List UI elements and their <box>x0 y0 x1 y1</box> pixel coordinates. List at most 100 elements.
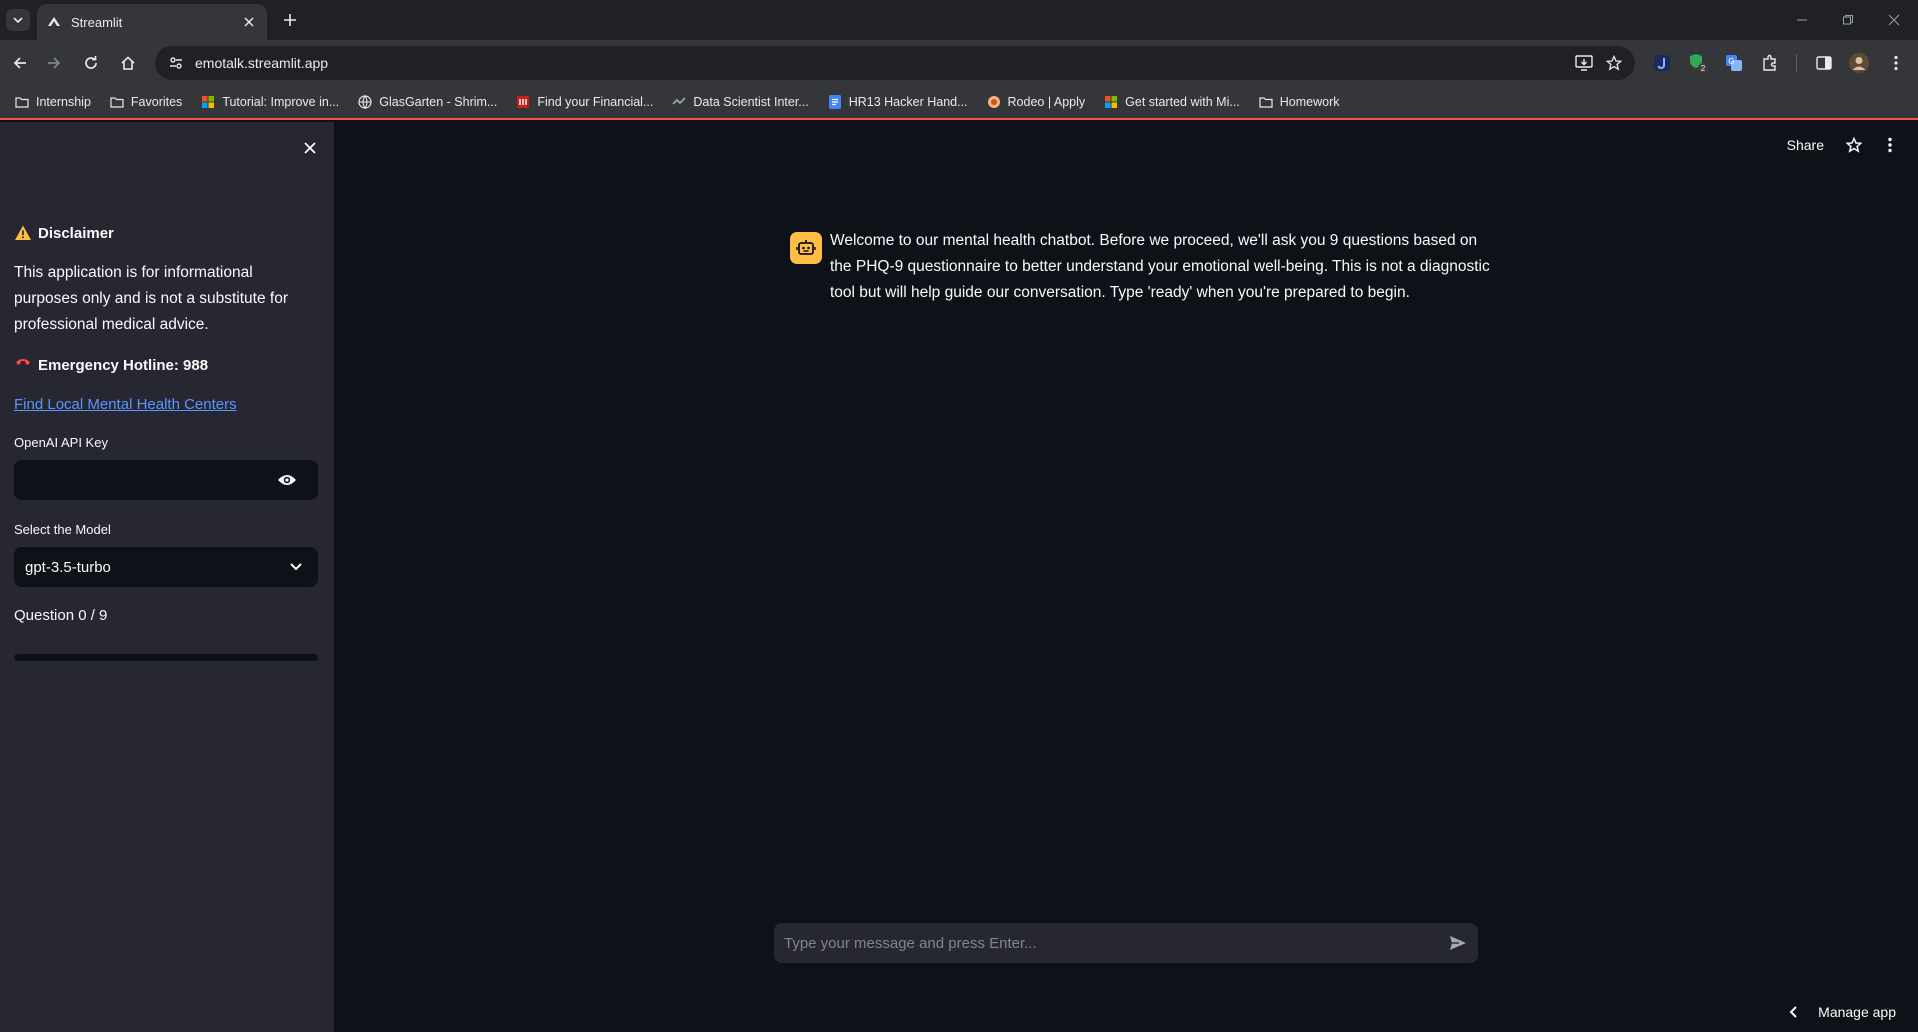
find-mental-health-centers-link[interactable]: Find Local Mental Health Centers <box>14 396 318 413</box>
extension-shield-icon[interactable]: 2 <box>1686 51 1710 75</box>
question-progress-bar <box>14 654 318 661</box>
extension-badge: 2 <box>1701 64 1706 73</box>
star-icon[interactable] <box>1842 133 1866 157</box>
google-translate-icon[interactable]: G <box>1722 51 1746 75</box>
app-menu-icon[interactable] <box>1878 133 1902 157</box>
microsoft-icon <box>200 94 216 110</box>
bookmark-label: Data Scientist Inter... <box>693 95 809 109</box>
show-password-icon[interactable] <box>276 470 298 490</box>
browser-tab-active[interactable]: Streamlit <box>37 4 267 40</box>
bookmark-item[interactable]: HR13 Hacker Hand... <box>821 88 974 116</box>
bookmark-item[interactable]: Rodeo | Apply <box>980 88 1092 116</box>
model-select-label: Select the Model <box>14 522 111 537</box>
api-key-label: OpenAI API Key <box>14 435 108 450</box>
bookmark-label: Find your Financial... <box>537 95 654 109</box>
manage-app-button[interactable]: Manage app <box>1784 1000 1896 1024</box>
site-info-icon[interactable] <box>159 46 193 80</box>
minimize-button[interactable] <box>1792 10 1812 30</box>
bookmark-label: Favorites <box>130 95 183 109</box>
sidebar-content: Disclaimer This application is for infor… <box>14 222 318 661</box>
company-icon <box>671 94 687 110</box>
globe-icon <box>357 94 373 110</box>
rodeo-icon <box>986 94 1002 110</box>
bookmark-label: Internship <box>36 95 91 109</box>
home-button[interactable] <box>116 51 140 75</box>
close-tab-icon[interactable] <box>241 14 257 30</box>
chat-message-assistant: Welcome to our mental health chatbot. Be… <box>790 232 1490 306</box>
arrow-left-icon <box>13 57 26 69</box>
streamlit-icon <box>47 15 61 29</box>
restore-icon <box>1843 15 1853 25</box>
plus-icon <box>284 14 296 26</box>
model-selected-value: gpt-3.5-turbo <box>25 558 111 576</box>
bookmark-label: Rodeo | Apply <box>1007 95 1086 109</box>
folder-icon <box>109 94 125 110</box>
bookmark-star-icon[interactable] <box>1599 48 1629 78</box>
folder-icon <box>14 94 30 110</box>
tab-search-button[interactable] <box>6 9 30 31</box>
chevron-left-icon <box>1784 1003 1802 1021</box>
address-bar[interactable]: emotalk.streamlit.app <box>155 46 1635 80</box>
api-key-input[interactable] <box>14 460 318 500</box>
bookmark-label: HR13 Hacker Hand... <box>848 95 968 109</box>
bookmarks-bar: Internship Favorites Tutorial: Improve in.… <box>0 86 1918 120</box>
chat-input-box[interactable] <box>774 923 1478 963</box>
send-icon[interactable] <box>1438 923 1478 963</box>
disclaimer-heading: Disclaimer <box>14 222 318 244</box>
bank-icon <box>515 94 531 110</box>
streamlit-app: Disclaimer This application is for infor… <box>0 122 1918 1032</box>
disclaimer-text: This application is for informational pu… <box>14 264 288 333</box>
bookmark-item[interactable]: GlasGarten - Shrim... <box>351 88 503 116</box>
close-window-button[interactable] <box>1884 10 1904 30</box>
sidebar: Disclaimer This application is for infor… <box>0 122 334 1032</box>
share-button[interactable]: Share <box>1787 137 1824 153</box>
browser-tab-bar: Streamlit <box>0 0 1918 40</box>
chevron-down-icon <box>288 559 304 575</box>
browser-menu-icon[interactable] <box>1884 51 1908 75</box>
chevron-down-icon <box>13 17 23 24</box>
bookmark-label: GlasGarten - Shrim... <box>379 95 498 109</box>
docs-icon <box>827 94 843 110</box>
side-panel-icon[interactable] <box>1812 51 1836 75</box>
warning-icon <box>15 225 31 240</box>
arrow-right-icon <box>48 57 61 69</box>
extensions-puzzle-icon[interactable] <box>1758 51 1782 75</box>
folder-icon <box>1258 94 1274 110</box>
bookmark-item[interactable]: Internship <box>8 88 97 116</box>
microsoft-icon <box>1103 94 1119 110</box>
extension-j-icon[interactable] <box>1650 51 1674 75</box>
bookmark-item[interactable]: Data Scientist Inter... <box>665 88 814 116</box>
app-header-actions: Share <box>1787 122 1918 168</box>
bookmark-label: Tutorial: Improve in... <box>222 95 340 109</box>
forward-button[interactable] <box>42 51 66 75</box>
chat-input-field[interactable] <box>784 934 1438 952</box>
question-progress-label: Question 0 / 9 <box>14 607 108 624</box>
bookmark-item[interactable]: Favorites <box>103 88 188 116</box>
reload-button[interactable] <box>79 51 103 75</box>
bot-avatar-icon <box>790 232 822 264</box>
sidebar-close-button[interactable] <box>298 136 322 160</box>
new-tab-button[interactable] <box>280 10 300 30</box>
toolbar-divider <box>1796 54 1797 72</box>
install-app-icon[interactable] <box>1569 48 1599 78</box>
browser-toolbar: emotalk.streamlit.app 2 G <box>0 40 1918 86</box>
profile-avatar[interactable] <box>1847 51 1871 75</box>
bookmark-label: Get started with Mi... <box>1125 95 1240 109</box>
svg-text:G: G <box>1728 57 1734 66</box>
bookmark-item[interactable]: Get started with Mi... <box>1097 88 1246 116</box>
model-select[interactable]: gpt-3.5-turbo <box>14 547 318 587</box>
bookmark-item[interactable]: Find your Financial... <box>509 88 659 116</box>
emergency-hotline: Emergency Hotline: 988 <box>14 354 318 376</box>
phone-icon <box>16 359 30 365</box>
home-icon <box>121 56 135 70</box>
chat-message-text: Welcome to our mental health chatbot. Be… <box>830 232 1490 301</box>
reload-icon <box>85 56 97 69</box>
disclaimer-title: Disclaimer <box>38 224 114 242</box>
back-button[interactable] <box>8 51 32 75</box>
bookmark-item[interactable]: Homework <box>1252 88 1346 116</box>
tab-title: Streamlit <box>71 14 123 30</box>
bookmark-item[interactable]: Tutorial: Improve in... <box>194 88 345 116</box>
bookmark-label: Homework <box>1279 95 1340 109</box>
url-text[interactable]: emotalk.streamlit.app <box>195 55 1569 71</box>
restore-button[interactable] <box>1838 10 1858 30</box>
